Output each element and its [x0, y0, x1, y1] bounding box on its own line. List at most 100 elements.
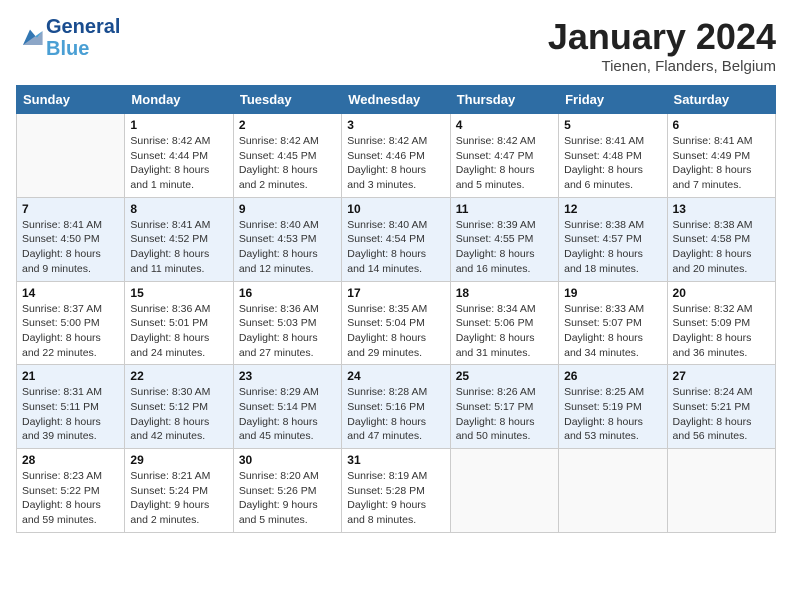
cell-2-6: 20 Sunrise: 8:32 AMSunset: 5:09 PMDayligh…: [667, 281, 775, 365]
month-title: January 2024: [548, 16, 776, 58]
week-row-5: 28 Sunrise: 8:23 AMSunset: 5:22 PMDayligh…: [17, 449, 776, 533]
day-info: Sunrise: 8:20 AMSunset: 5:26 PMDaylight:…: [239, 469, 336, 528]
day-info: Sunrise: 8:41 AMSunset: 4:48 PMDaylight:…: [564, 134, 661, 193]
col-friday: Friday: [559, 86, 667, 114]
cell-1-0: 7 Sunrise: 8:41 AMSunset: 4:50 PMDaylight…: [17, 197, 125, 281]
cell-3-6: 27Sunrise: 8:24 AMSunset: 5:21 PMDayligh…: [667, 365, 775, 449]
cell-4-3: 31 Sunrise: 8:19 AMSunset: 5:28 PMDayligh…: [342, 449, 450, 533]
calendar-header-row: Sunday Monday Tuesday Wednesday Thursday…: [17, 86, 776, 114]
day-number: 23: [239, 369, 336, 383]
day-info: Sunrise: 8:38 AMSunset: 4:57 PMDaylight:…: [564, 218, 661, 277]
cell-3-1: 22 Sunrise: 8:30 AMSunset: 5:12 PMDayligh…: [125, 365, 233, 449]
title-block: January 2024 Tienen, Flanders, Belgium: [548, 16, 776, 75]
cell-3-2: 23 Sunrise: 8:29 AMSunset: 5:14 PMDayligh…: [233, 365, 341, 449]
day-info: Sunrise: 8:41 AMSunset: 4:50 PMDaylight:…: [22, 218, 119, 277]
week-row-4: 21 Sunrise: 8:31 AMSunset: 5:11 PMDayligh…: [17, 365, 776, 449]
day-info: Sunrise: 8:40 AMSunset: 4:53 PMDaylight:…: [239, 218, 336, 277]
week-row-1: 1 Sunrise: 8:42 AMSunset: 4:44 PMDaylight…: [17, 114, 776, 198]
day-info: Sunrise: 8:41 AMSunset: 4:49 PMDaylight:…: [673, 134, 770, 193]
day-number: 30: [239, 453, 336, 467]
day-number: 14: [22, 286, 119, 300]
cell-1-2: 9 Sunrise: 8:40 AMSunset: 4:53 PMDaylight…: [233, 197, 341, 281]
day-info: Sunrise: 8:31 AMSunset: 5:11 PMDaylight:…: [22, 385, 119, 444]
logo-text-line2: Blue: [46, 38, 120, 60]
day-info: Sunrise: 8:32 AMSunset: 5:09 PMDaylight:…: [673, 302, 770, 361]
day-number: 25: [456, 369, 553, 383]
day-number: 28: [22, 453, 119, 467]
day-info: Sunrise: 8:39 AMSunset: 4:55 PMDaylight:…: [456, 218, 553, 277]
day-info: Sunrise: 8:42 AMSunset: 4:46 PMDaylight:…: [347, 134, 444, 193]
day-number: 20: [673, 286, 770, 300]
week-row-2: 7 Sunrise: 8:41 AMSunset: 4:50 PMDaylight…: [17, 197, 776, 281]
day-info: Sunrise: 8:36 AMSunset: 5:03 PMDaylight:…: [239, 302, 336, 361]
cell-2-0: 14 Sunrise: 8:37 AMSunset: 5:00 PMDayligh…: [17, 281, 125, 365]
cell-4-5: [559, 449, 667, 533]
day-info: Sunrise: 8:29 AMSunset: 5:14 PMDaylight:…: [239, 385, 336, 444]
day-info: Sunrise: 8:41 AMSunset: 4:52 PMDaylight:…: [130, 218, 227, 277]
day-info: Sunrise: 8:37 AMSunset: 5:00 PMDaylight:…: [22, 302, 119, 361]
cell-2-3: 17Sunrise: 8:35 AMSunset: 5:04 PMDayligh…: [342, 281, 450, 365]
day-info: Sunrise: 8:28 AMSunset: 5:16 PMDaylight:…: [347, 385, 444, 444]
cell-0-5: 5 Sunrise: 8:41 AMSunset: 4:48 PMDaylight…: [559, 114, 667, 198]
day-info: Sunrise: 8:34 AMSunset: 5:06 PMDaylight:…: [456, 302, 553, 361]
day-number: 5: [564, 118, 661, 132]
day-info: Sunrise: 8:25 AMSunset: 5:19 PMDaylight:…: [564, 385, 661, 444]
page-header: General Blue January 2024 Tienen, Flande…: [16, 16, 776, 75]
calendar-table: Sunday Monday Tuesday Wednesday Thursday…: [16, 85, 776, 533]
day-number: 6: [673, 118, 770, 132]
cell-4-6: [667, 449, 775, 533]
logo-text-line1: General: [46, 16, 120, 38]
day-number: 13: [673, 202, 770, 216]
cell-3-3: 24 Sunrise: 8:28 AMSunset: 5:16 PMDayligh…: [342, 365, 450, 449]
day-info: Sunrise: 8:21 AMSunset: 5:24 PMDaylight:…: [130, 469, 227, 528]
day-info: Sunrise: 8:35 AMSunset: 5:04 PMDaylight:…: [347, 302, 444, 361]
cell-1-4: 11 Sunrise: 8:39 AMSunset: 4:55 PMDayligh…: [450, 197, 558, 281]
day-number: 22: [130, 369, 227, 383]
logo-icon: [16, 24, 44, 52]
cell-4-4: [450, 449, 558, 533]
day-info: Sunrise: 8:42 AMSunset: 4:44 PMDaylight:…: [130, 134, 227, 193]
day-info: Sunrise: 8:30 AMSunset: 5:12 PMDaylight:…: [130, 385, 227, 444]
cell-2-2: 16 Sunrise: 8:36 AMSunset: 5:03 PMDayligh…: [233, 281, 341, 365]
logo: General Blue: [16, 16, 120, 60]
day-info: Sunrise: 8:24 AMSunset: 5:21 PMDaylight:…: [673, 385, 770, 444]
cell-0-4: 4Sunrise: 8:42 AMSunset: 4:47 PMDaylight…: [450, 114, 558, 198]
day-number: 4: [456, 118, 553, 132]
cell-1-1: 8 Sunrise: 8:41 AMSunset: 4:52 PMDaylight…: [125, 197, 233, 281]
day-info: Sunrise: 8:38 AMSunset: 4:58 PMDaylight:…: [673, 218, 770, 277]
week-row-3: 14 Sunrise: 8:37 AMSunset: 5:00 PMDayligh…: [17, 281, 776, 365]
cell-1-3: 10Sunrise: 8:40 AMSunset: 4:54 PMDayligh…: [342, 197, 450, 281]
cell-4-0: 28 Sunrise: 8:23 AMSunset: 5:22 PMDayligh…: [17, 449, 125, 533]
day-number: 15: [130, 286, 227, 300]
day-info: Sunrise: 8:33 AMSunset: 5:07 PMDaylight:…: [564, 302, 661, 361]
col-saturday: Saturday: [667, 86, 775, 114]
day-info: Sunrise: 8:19 AMSunset: 5:28 PMDaylight:…: [347, 469, 444, 528]
day-number: 24: [347, 369, 444, 383]
day-number: 8: [130, 202, 227, 216]
day-number: 10: [347, 202, 444, 216]
cell-2-4: 18Sunrise: 8:34 AMSunset: 5:06 PMDayligh…: [450, 281, 558, 365]
day-number: 12: [564, 202, 661, 216]
col-sunday: Sunday: [17, 86, 125, 114]
day-number: 9: [239, 202, 336, 216]
day-info: Sunrise: 8:23 AMSunset: 5:22 PMDaylight:…: [22, 469, 119, 528]
day-number: 31: [347, 453, 444, 467]
cell-0-6: 6 Sunrise: 8:41 AMSunset: 4:49 PMDaylight…: [667, 114, 775, 198]
day-number: 16: [239, 286, 336, 300]
col-thursday: Thursday: [450, 86, 558, 114]
cell-0-3: 3Sunrise: 8:42 AMSunset: 4:46 PMDaylight…: [342, 114, 450, 198]
day-number: 11: [456, 202, 553, 216]
day-number: 1: [130, 118, 227, 132]
day-number: 26: [564, 369, 661, 383]
day-number: 21: [22, 369, 119, 383]
day-info: Sunrise: 8:26 AMSunset: 5:17 PMDaylight:…: [456, 385, 553, 444]
cell-1-6: 13 Sunrise: 8:38 AMSunset: 4:58 PMDayligh…: [667, 197, 775, 281]
cell-3-4: 25 Sunrise: 8:26 AMSunset: 5:17 PMDayligh…: [450, 365, 558, 449]
cell-0-0: [17, 114, 125, 198]
cell-4-1: 29 Sunrise: 8:21 AMSunset: 5:24 PMDayligh…: [125, 449, 233, 533]
cell-2-1: 15Sunrise: 8:36 AMSunset: 5:01 PMDayligh…: [125, 281, 233, 365]
day-number: 29: [130, 453, 227, 467]
day-number: 7: [22, 202, 119, 216]
col-monday: Monday: [125, 86, 233, 114]
day-number: 2: [239, 118, 336, 132]
